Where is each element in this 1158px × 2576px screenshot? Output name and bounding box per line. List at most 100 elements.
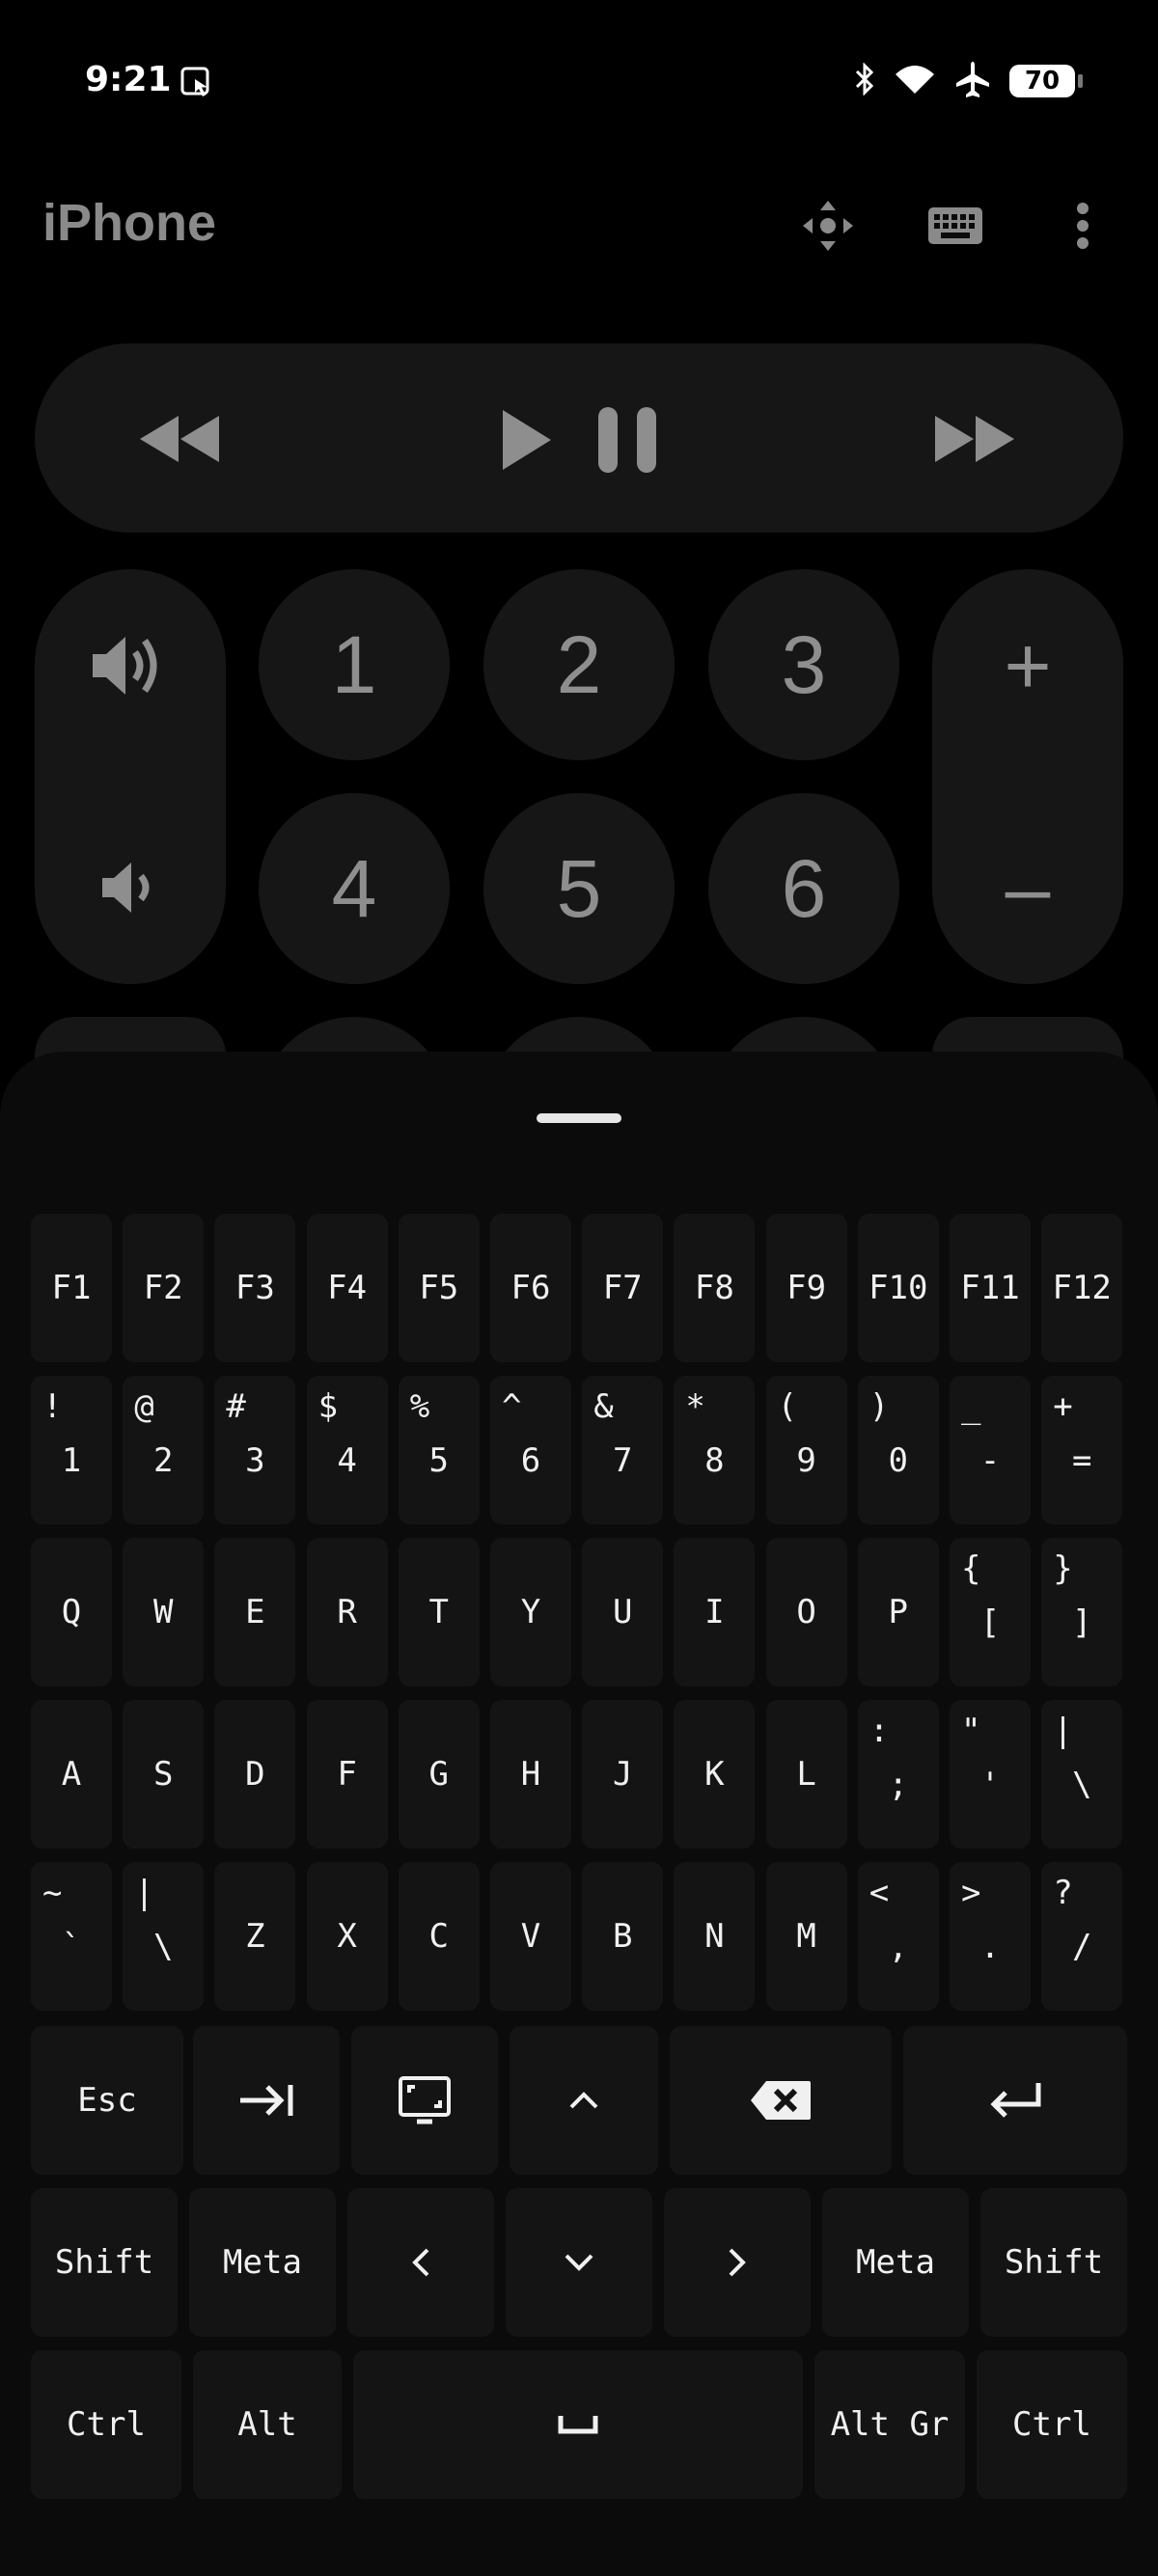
more-vert-icon[interactable] (1054, 197, 1112, 255)
character-key[interactable]: T (398, 1538, 480, 1686)
rewind-icon[interactable] (135, 405, 222, 473)
character-key[interactable]: | \ (1041, 1700, 1123, 1849)
backspace-key[interactable] (670, 2026, 892, 2175)
function-key[interactable]: F8 (674, 1214, 756, 1362)
left-ctrl-key[interactable]: Ctrl (31, 2350, 181, 2499)
drag-handle[interactable] (537, 1113, 621, 1123)
character-key[interactable]: ~ ` (31, 1862, 112, 2011)
key-label: [ (979, 1603, 1001, 1642)
character-key[interactable]: @2 (123, 1376, 205, 1524)
character-key[interactable]: >. (950, 1862, 1031, 2011)
character-key[interactable]: X (306, 1862, 388, 2011)
right-meta-key[interactable]: Meta (822, 2188, 969, 2337)
pause-icon[interactable] (591, 401, 664, 479)
character-key[interactable]: ? / (1041, 1862, 1123, 2011)
fast-forward-icon[interactable] (932, 405, 1019, 473)
number-2-button[interactable]: 2 (483, 569, 675, 760)
number-3-button[interactable]: 3 (708, 569, 899, 760)
esc-key[interactable]: Esc (31, 2026, 183, 2175)
character-key[interactable]: W (123, 1538, 205, 1686)
function-key[interactable]: F12 (1041, 1214, 1123, 1362)
character-key[interactable]: M (765, 1862, 847, 2011)
character-key[interactable]: * 8 (674, 1376, 756, 1524)
character-key[interactable]: O (765, 1538, 847, 1686)
number-6-button[interactable]: 6 (708, 793, 899, 984)
arrow-right-key[interactable] (664, 2188, 811, 2337)
function-key[interactable]: F5 (398, 1214, 480, 1362)
minus-button[interactable]: – (932, 839, 1123, 936)
character-key[interactable]: G (398, 1700, 480, 1849)
number-1-button[interactable]: 1 (259, 569, 450, 760)
keyboard-icon[interactable] (926, 197, 984, 255)
character-key[interactable]: D (214, 1700, 296, 1849)
right-ctrl-key[interactable]: Ctrl (977, 2350, 1127, 2499)
function-key[interactable]: F1 (31, 1214, 112, 1362)
character-key[interactable]: F (306, 1700, 388, 1849)
alt-gr-key[interactable]: Alt Gr (814, 2350, 965, 2499)
tab-key[interactable] (193, 2026, 340, 2175)
character-key[interactable]: R (306, 1538, 388, 1686)
character-key[interactable]: & 7 (582, 1376, 664, 1524)
character-key[interactable]: B (582, 1862, 664, 2011)
character-key[interactable]: + = (1041, 1376, 1123, 1524)
enter-key[interactable] (903, 2026, 1127, 2175)
character-key[interactable]: _ - (950, 1376, 1031, 1524)
left-meta-key[interactable]: Meta (189, 2188, 336, 2337)
character-key[interactable]: ^ 6 (490, 1376, 571, 1524)
function-key[interactable]: F3 (214, 1214, 296, 1362)
character-key[interactable]: Q (31, 1538, 112, 1686)
number-5-button[interactable]: 5 (483, 793, 675, 984)
function-key[interactable]: F4 (306, 1214, 388, 1362)
key-label: C (428, 1917, 450, 1956)
function-key[interactable]: F11 (950, 1214, 1031, 1362)
character-key[interactable]: Z (214, 1862, 296, 2011)
character-key[interactable]: " ' (950, 1700, 1031, 1849)
character-key[interactable]: C (398, 1862, 480, 2011)
function-key[interactable]: F6 (490, 1214, 571, 1362)
character-key[interactable]: A (31, 1700, 112, 1849)
function-key[interactable]: F10 (857, 1214, 939, 1362)
right-shift-key[interactable]: Shift (980, 2188, 1127, 2337)
character-key[interactable]: #3 (214, 1376, 296, 1524)
character-key[interactable]: N (674, 1862, 756, 2011)
app-title[interactable]: iPhone (42, 193, 216, 253)
character-key[interactable]: E (214, 1538, 296, 1686)
volume-down-icon[interactable] (81, 849, 178, 926)
move-icon[interactable] (799, 197, 857, 255)
character-key[interactable]: {[ (950, 1538, 1031, 1686)
window-key[interactable] (351, 2026, 498, 2175)
character-key[interactable]: }] (1041, 1538, 1123, 1686)
character-key[interactable]: ! 1 (31, 1376, 112, 1524)
character-key[interactable]: J (582, 1700, 664, 1849)
plus-button[interactable]: + (932, 617, 1123, 714)
character-key[interactable]: :; (857, 1700, 939, 1849)
character-key[interactable]: | \ (123, 1862, 205, 2011)
character-key[interactable]: V (490, 1862, 571, 2011)
character-key[interactable]: H (490, 1700, 571, 1849)
character-key[interactable]: (9 (765, 1376, 847, 1524)
character-key[interactable]: Y (490, 1538, 571, 1686)
character-key[interactable]: $4 (306, 1376, 388, 1524)
character-key[interactable]: <, (857, 1862, 939, 2011)
character-key[interactable]: ) 0 (857, 1376, 939, 1524)
character-key[interactable]: I (674, 1538, 756, 1686)
character-key[interactable]: S (123, 1700, 205, 1849)
function-key[interactable]: F2 (123, 1214, 205, 1362)
play-icon[interactable] (492, 401, 560, 479)
key-label: ; (888, 1766, 909, 1804)
character-key[interactable]: L (765, 1700, 847, 1849)
volume-up-icon[interactable] (81, 627, 178, 704)
character-key[interactable]: P (857, 1538, 939, 1686)
character-key[interactable]: % 5 (398, 1376, 480, 1524)
arrow-left-key[interactable] (347, 2188, 494, 2337)
space-key[interactable] (353, 2350, 803, 2499)
function-key[interactable]: F9 (765, 1214, 847, 1362)
function-key[interactable]: F7 (582, 1214, 664, 1362)
alt-key[interactable]: Alt (193, 2350, 342, 2499)
left-shift-key[interactable]: Shift (31, 2188, 178, 2337)
number-4-button[interactable]: 4 (259, 793, 450, 984)
arrow-down-key[interactable] (506, 2188, 652, 2337)
character-key[interactable]: K (674, 1700, 756, 1849)
character-key[interactable]: U (582, 1538, 664, 1686)
arrow-up-key[interactable] (510, 2026, 658, 2175)
